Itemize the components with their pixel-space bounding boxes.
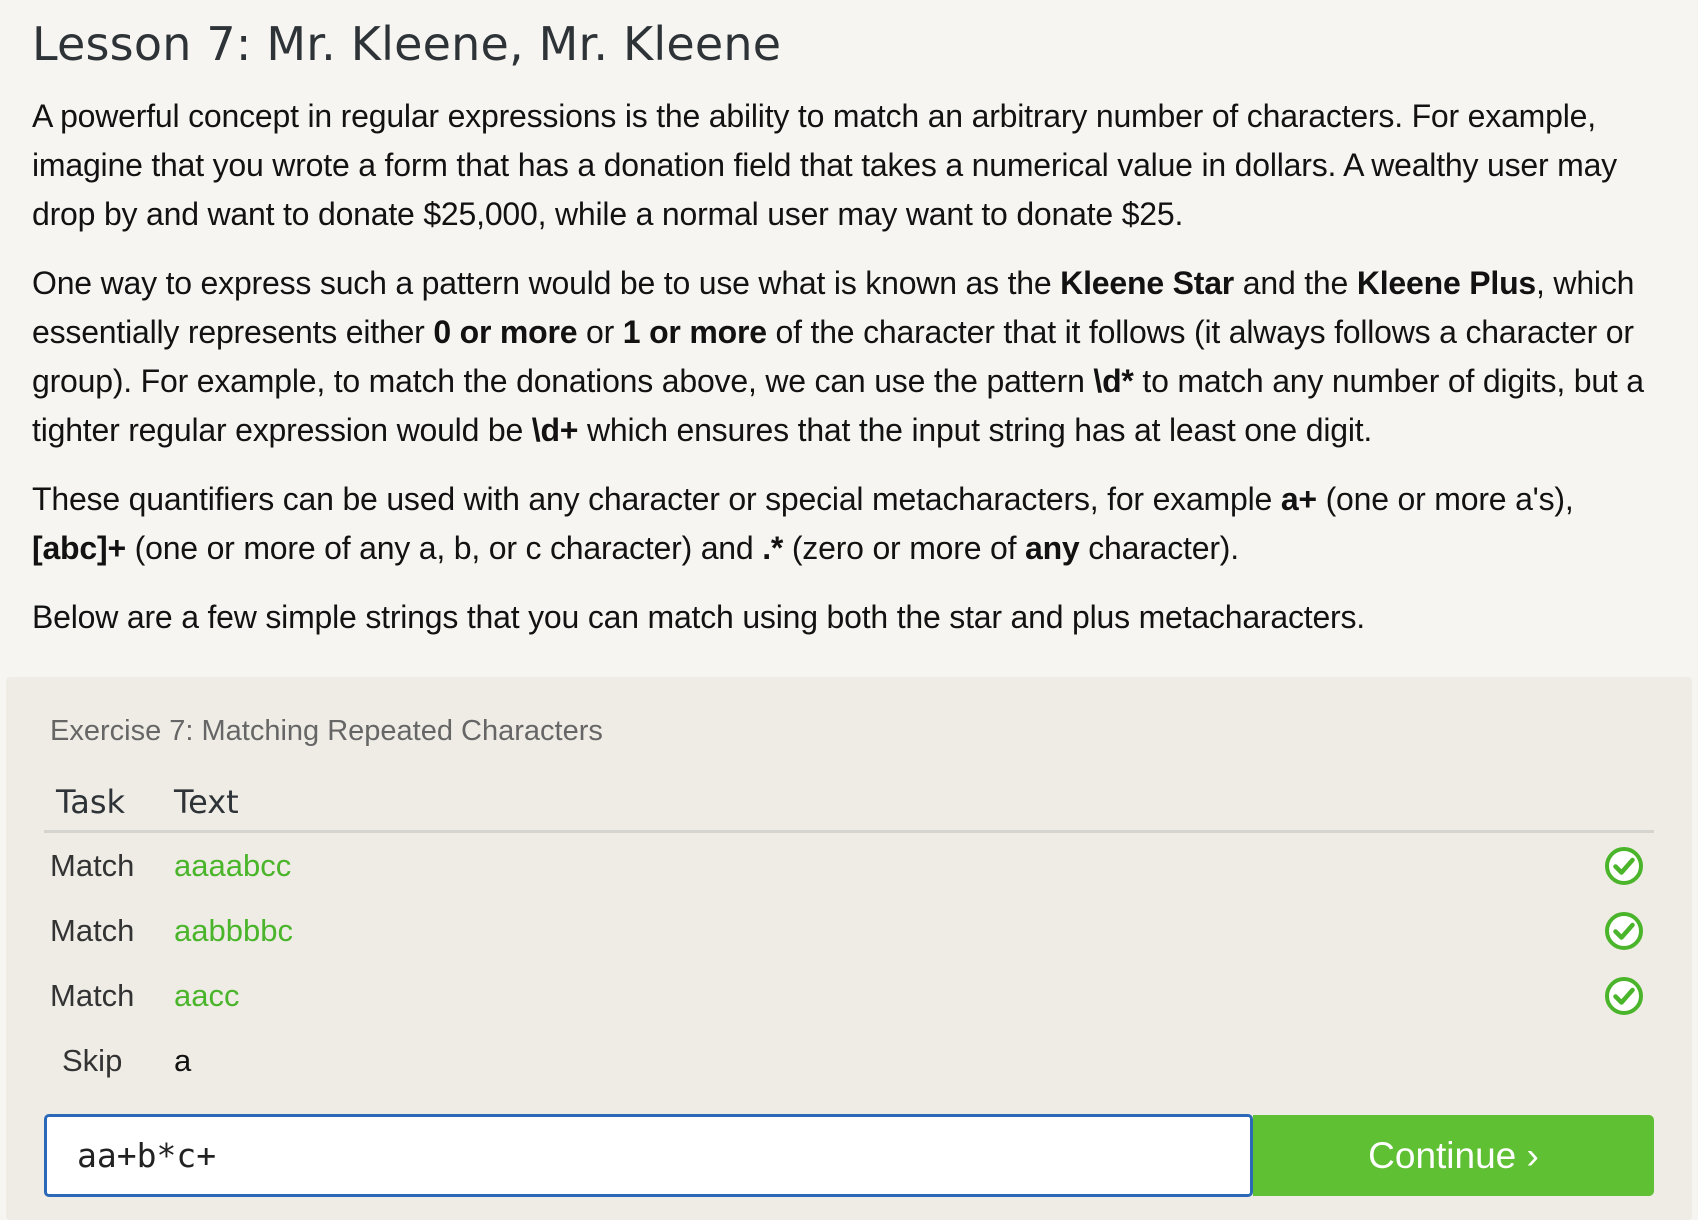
- row-task: Skip: [62, 1042, 123, 1078]
- pattern-digit-plus: \d+: [531, 412, 579, 448]
- check-circle-icon: [1605, 976, 1643, 1015]
- row-text: aaaabcc: [174, 847, 292, 883]
- exercise-title: Exercise 7: Matching Repeated Characters: [50, 715, 603, 747]
- paragraph-quantifiers: These quantifiers can be used with any c…: [32, 481, 1574, 566]
- check-circle-icon: [1605, 911, 1643, 950]
- table-row: Match aacc: [44, 963, 1654, 1028]
- row-task: Match: [50, 847, 135, 883]
- table-header: Task Text: [44, 773, 1654, 833]
- row-task: Match: [50, 977, 135, 1013]
- pattern-dot-star: .*: [762, 530, 784, 566]
- term-any: any: [1024, 530, 1080, 566]
- pattern-abc-plus: [abc]+: [32, 530, 126, 566]
- term-kleene-plus: Kleene Plus: [1356, 265, 1537, 301]
- lesson-content: Lesson 7: Mr. Kleene, Mr. Kleene A power…: [0, 0, 1698, 642]
- paragraph-kleene: One way to express such a pattern would …: [32, 265, 1644, 448]
- pattern-a-plus: a+: [1280, 481, 1317, 517]
- row-task: Match: [50, 912, 135, 948]
- answer-bar: Continue ›: [44, 1114, 1654, 1197]
- exercise-panel: Exercise 7: Matching Repeated Characters…: [6, 677, 1692, 1220]
- lesson-title: Lesson 7: Mr. Kleene, Mr. Kleene: [32, 17, 782, 71]
- table-row: Match aabbbbc: [44, 898, 1654, 963]
- header-text: Text: [174, 782, 239, 821]
- continue-button[interactable]: Continue ›: [1253, 1115, 1654, 1196]
- table-row: Match aaaabcc: [44, 833, 1654, 898]
- row-text: a: [174, 1042, 192, 1078]
- header-task: Task: [56, 782, 126, 821]
- row-text: aabbbbc: [174, 912, 293, 948]
- term-one-or-more: 1 or more: [622, 314, 767, 350]
- paragraph-below: Below are a few simple strings that you …: [32, 599, 1365, 635]
- paragraph-intro: A powerful concept in regular expression…: [32, 98, 1617, 232]
- exercise-table: Task Text Match aaaabcc Match aabbbbc Ma…: [44, 773, 1654, 1093]
- row-text: aacc: [174, 977, 240, 1013]
- term-zero-or-more: 0 or more: [433, 314, 578, 350]
- check-circle-icon: [1605, 846, 1643, 885]
- pattern-digit-star: \d*: [1093, 363, 1134, 399]
- term-kleene-star: Kleene Star: [1060, 265, 1235, 301]
- regex-input[interactable]: [44, 1114, 1253, 1197]
- table-row: Skip a: [44, 1028, 1654, 1093]
